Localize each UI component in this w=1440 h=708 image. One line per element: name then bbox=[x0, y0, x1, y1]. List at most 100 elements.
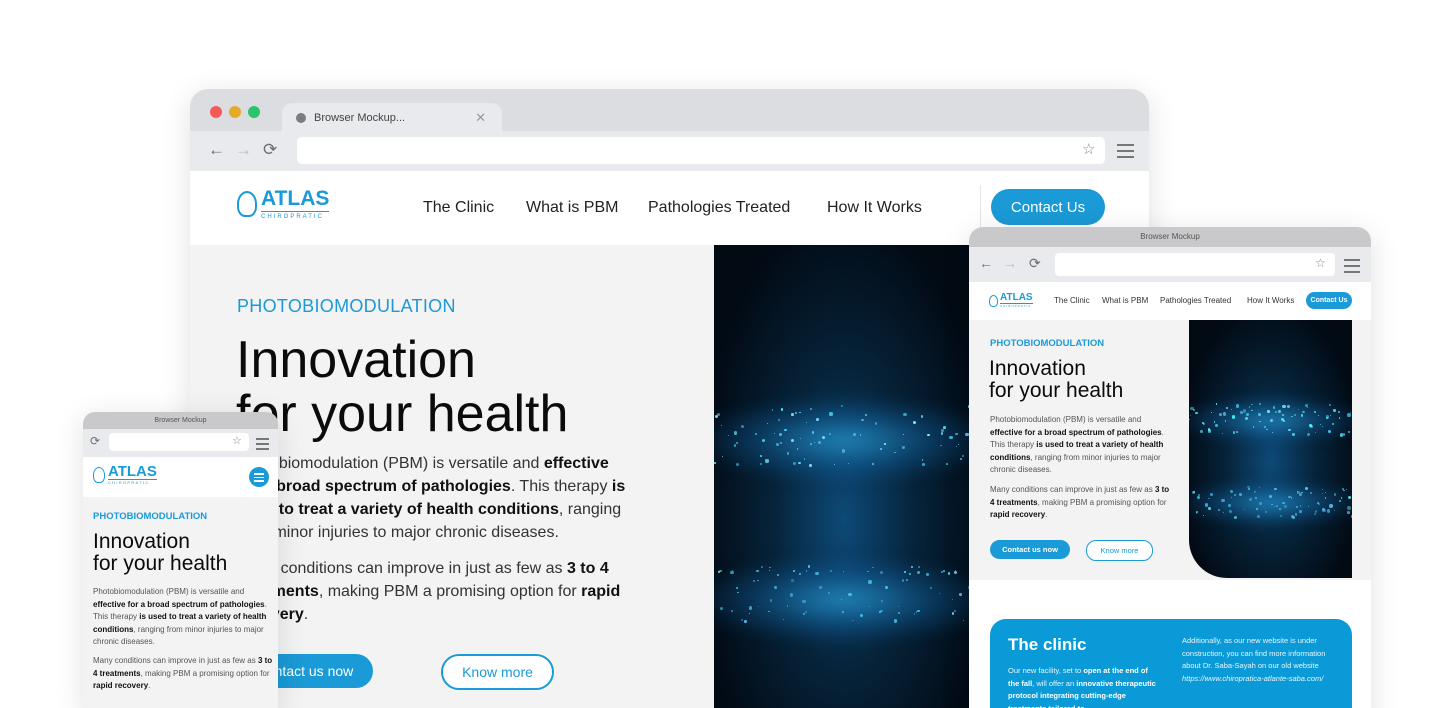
nav-the-clinic[interactable]: The Clinic bbox=[423, 199, 494, 217]
particle-dot bbox=[802, 599, 806, 603]
atlas-logo[interactable]: ATLAS CHIROPRATIC bbox=[93, 464, 157, 485]
bookmark-star-icon[interactable]: ☆ bbox=[1315, 256, 1326, 270]
particle-dot bbox=[1329, 504, 1333, 508]
particle-dot bbox=[818, 586, 822, 590]
particle-dot bbox=[867, 570, 870, 573]
particle-dot bbox=[1196, 510, 1199, 513]
nav-pathologies-treated[interactable]: Pathologies Treated bbox=[1160, 296, 1231, 305]
particle-dot bbox=[1273, 506, 1275, 508]
know-more-button[interactable]: Know more bbox=[441, 654, 554, 690]
hero-paragraph-2: Many conditions can improve in just as f… bbox=[237, 557, 627, 626]
contact-us-button[interactable]: Contact Us bbox=[991, 189, 1105, 225]
reload-icon[interactable]: ⟳ bbox=[263, 140, 277, 160]
clinic-title: The clinic bbox=[1008, 635, 1087, 654]
bookmark-star-icon[interactable]: ☆ bbox=[1082, 140, 1095, 158]
browser-menu-icon[interactable] bbox=[256, 438, 269, 453]
url-input[interactable] bbox=[1055, 253, 1335, 276]
browser-menu-icon[interactable] bbox=[1117, 144, 1134, 162]
particle-dot bbox=[941, 571, 943, 573]
particle-dot bbox=[926, 573, 929, 576]
particle-dot bbox=[880, 599, 883, 602]
particle-dot bbox=[805, 421, 808, 424]
hero-title-line-2: for your health bbox=[989, 379, 1124, 402]
close-tab-icon[interactable]: ✕ bbox=[475, 110, 486, 126]
atlas-logo[interactable]: ATLAS CHIROPRATIC bbox=[989, 293, 1033, 308]
url-input[interactable] bbox=[297, 137, 1105, 164]
nav-what-is-pbm[interactable]: What is PBM bbox=[1102, 296, 1148, 305]
particle-dot bbox=[756, 570, 759, 573]
particle-dot bbox=[735, 463, 739, 467]
nav-how-it-works[interactable]: How It Works bbox=[827, 199, 922, 217]
particle-dot bbox=[829, 412, 833, 416]
particle-dot bbox=[1209, 493, 1213, 496]
forward-icon[interactable]: → bbox=[1003, 255, 1017, 271]
particle-dot bbox=[784, 428, 787, 432]
back-icon[interactable]: ← bbox=[979, 255, 993, 271]
particle-dot bbox=[810, 442, 813, 445]
particle-dot bbox=[859, 613, 864, 617]
hero-paragraph-1: Photobiomodulation (PBM) is versatile an… bbox=[990, 414, 1170, 477]
particle-dot bbox=[1339, 500, 1341, 502]
nav-the-clinic[interactable]: The Clinic bbox=[1054, 296, 1090, 305]
particle-dot bbox=[757, 605, 760, 608]
nav-what-is-pbm[interactable]: What is PBM bbox=[526, 199, 618, 217]
forward-icon[interactable]: → bbox=[235, 140, 252, 160]
url-input[interactable] bbox=[109, 433, 249, 451]
particle-dot bbox=[1195, 512, 1198, 514]
particle-dot bbox=[949, 435, 953, 440]
browser-tab[interactable]: Browser Mockup... ✕ bbox=[282, 103, 502, 133]
clinic-paragraph-2-text: Additionally, as our new website is unde… bbox=[1182, 636, 1326, 670]
particle-dot bbox=[1300, 414, 1304, 417]
particle-dot bbox=[1244, 416, 1248, 420]
particle-dot bbox=[842, 611, 844, 613]
particle-dot bbox=[897, 605, 899, 607]
particle-dot bbox=[721, 424, 723, 426]
particles-hero-image bbox=[714, 245, 974, 708]
particle-dot bbox=[1222, 412, 1226, 416]
particle-dot bbox=[840, 405, 843, 408]
window-title: Browser Mockup bbox=[969, 227, 1371, 247]
particle-dot bbox=[868, 580, 872, 584]
head-logo-icon bbox=[989, 294, 998, 307]
particle-dot bbox=[765, 459, 769, 463]
contact-us-button[interactable]: Contact Us bbox=[1306, 292, 1352, 309]
particle-dot bbox=[1243, 508, 1245, 510]
particle-dot bbox=[847, 462, 849, 464]
hamburger-menu-icon[interactable] bbox=[249, 467, 269, 487]
particle-dot bbox=[1317, 502, 1320, 506]
bookmark-star-icon[interactable]: ☆ bbox=[232, 434, 242, 447]
particle-dot bbox=[1321, 426, 1323, 428]
particle-dot bbox=[1190, 415, 1192, 417]
minimize-window-dot[interactable] bbox=[229, 106, 241, 118]
text: Our new facility, set to bbox=[1008, 666, 1084, 675]
nav-pathologies-treated[interactable]: Pathologies Treated bbox=[648, 199, 790, 217]
reload-icon[interactable]: ⟳ bbox=[90, 434, 100, 448]
particle-dot bbox=[1279, 508, 1282, 510]
particles-hero-image bbox=[1189, 320, 1352, 578]
particle-dot bbox=[902, 433, 905, 436]
back-icon[interactable]: ← bbox=[208, 140, 225, 160]
atlas-logo[interactable]: ATLAS CHIROPRATIC bbox=[237, 188, 330, 220]
particle-dot bbox=[733, 444, 737, 447]
particle-dot bbox=[1232, 430, 1236, 434]
particle-dot bbox=[714, 461, 717, 464]
particle-dot bbox=[840, 598, 843, 601]
hero-paragraph-2: Many conditions can improve in just as f… bbox=[990, 484, 1170, 522]
particle-dot bbox=[790, 578, 794, 582]
particle-dot bbox=[1317, 414, 1320, 417]
particle-dot bbox=[802, 612, 805, 615]
contact-us-now-button[interactable]: Contact us now bbox=[990, 540, 1070, 559]
reload-icon[interactable]: ⟳ bbox=[1029, 255, 1041, 272]
particle-dot bbox=[717, 413, 721, 416]
particle-dot bbox=[1282, 404, 1286, 409]
particle-dot bbox=[1333, 492, 1337, 496]
nav-how-it-works[interactable]: How It Works bbox=[1247, 296, 1294, 305]
know-more-button[interactable]: Know more bbox=[1086, 540, 1153, 561]
close-window-dot[interactable] bbox=[210, 106, 222, 118]
particle-dot bbox=[1314, 510, 1318, 513]
particle-dot bbox=[1231, 415, 1236, 419]
particle-dot bbox=[958, 443, 960, 445]
browser-menu-icon[interactable] bbox=[1344, 259, 1360, 277]
old-website-link[interactable]: https://www.chiropratica-atlante-saba.co… bbox=[1182, 674, 1323, 683]
maximize-window-dot[interactable] bbox=[248, 106, 260, 118]
